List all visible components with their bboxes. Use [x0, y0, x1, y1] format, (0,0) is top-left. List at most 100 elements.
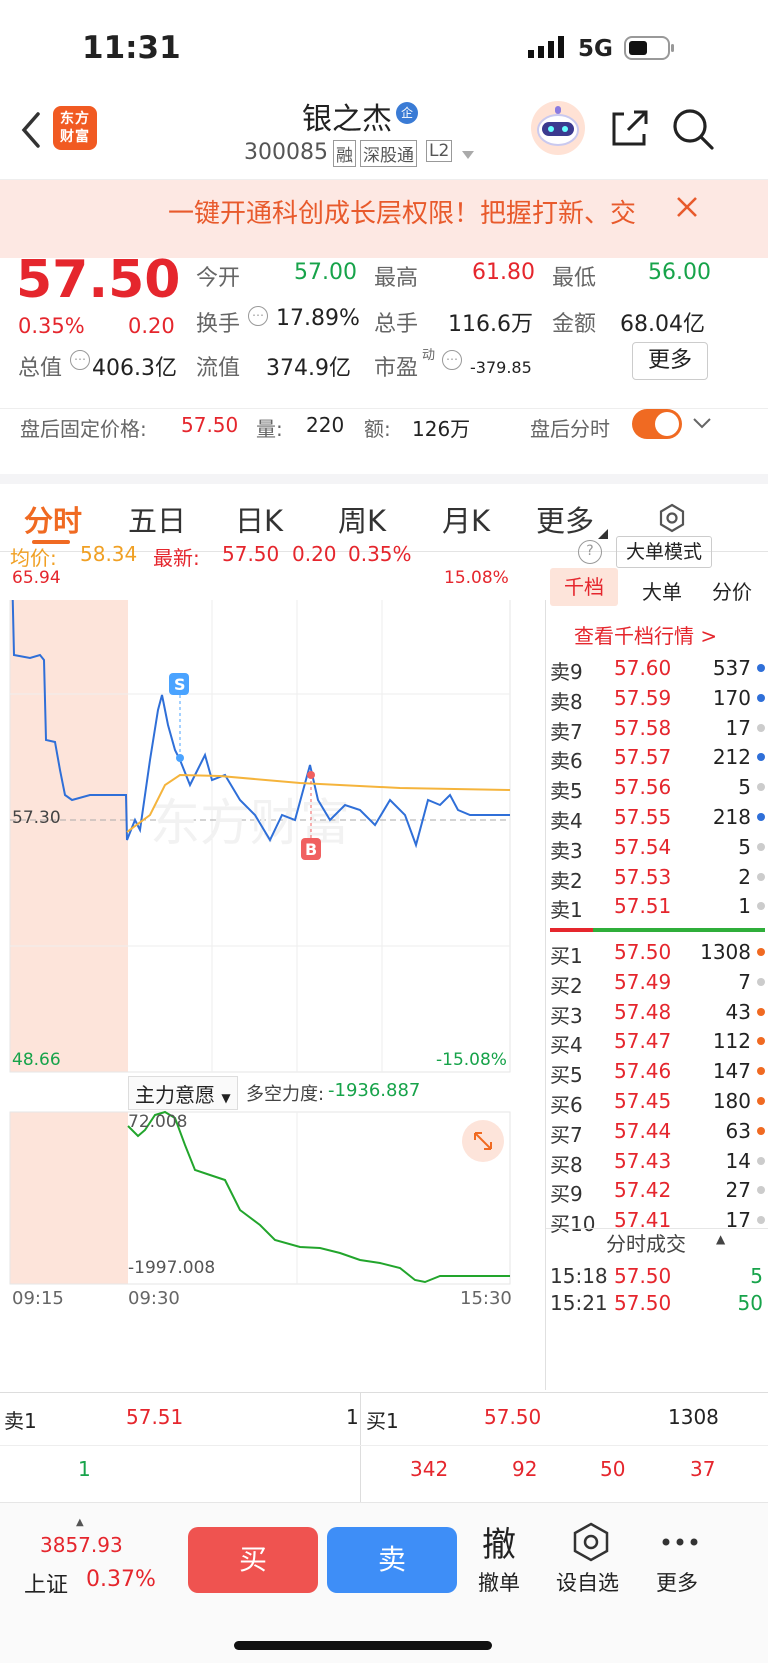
tab-big-orders[interactable]: 大单: [642, 576, 682, 605]
trade-price: 57.50: [614, 1264, 672, 1288]
buy-level-row[interactable]: 买7 57.44 63: [546, 1115, 768, 1147]
watchlist-icon[interactable]: [570, 1521, 612, 1567]
help-icon[interactable]: ?: [578, 540, 602, 564]
collapse-icon[interactable]: ▲: [716, 1232, 725, 1246]
cancel-order-icon[interactable]: 撤: [482, 1517, 516, 1566]
level-dot: [757, 664, 765, 672]
buy-queue-item: 92: [512, 1457, 538, 1481]
after-hours-toggle[interactable]: [632, 409, 682, 439]
trade-time: 15:18: [550, 1264, 608, 1288]
battery-icon: [624, 36, 676, 64]
turnover-info-icon[interactable]: ⋯: [248, 306, 268, 326]
buy-level-row[interactable]: 买2 57.49 7: [546, 966, 768, 998]
sell-level-row[interactable]: 卖1 57.51 1: [546, 890, 768, 922]
level-dot: [757, 1186, 765, 1195]
pe-info-icon[interactable]: ⋯: [442, 350, 462, 370]
l2-badge: L2: [426, 140, 453, 162]
level-dot: [757, 1007, 765, 1016]
more-label[interactable]: 更多: [656, 1567, 698, 1597]
buy-level-row[interactable]: 买4 57.47 112: [546, 1025, 768, 1057]
level-dot: [757, 723, 765, 732]
sell-level-row[interactable]: 卖6 57.57 212: [546, 741, 768, 773]
sell-level-row[interactable]: 卖9 57.60 537: [546, 652, 768, 684]
settings-icon[interactable]: [656, 502, 688, 538]
tab-more[interactable]: 更多: [536, 498, 594, 540]
buy-signal-dot: [307, 771, 315, 779]
amount-label: 金额: [552, 312, 597, 337]
volume-value: 116.6万: [448, 312, 533, 337]
stock-code: 300085: [244, 140, 328, 165]
sell-level-row[interactable]: 卖5 57.56 5: [546, 771, 768, 803]
buy-level-row[interactable]: 买6 57.45 180: [546, 1085, 768, 1117]
signal-icon: [528, 36, 568, 64]
buy-level-row[interactable]: 买9 57.42 27: [546, 1174, 768, 1206]
info-icon[interactable]: ⋯: [70, 350, 90, 370]
more-button[interactable]: 更多: [632, 342, 708, 380]
low-value: 56.00: [648, 260, 711, 285]
sell-level-row[interactable]: 卖8 57.59 170: [546, 682, 768, 714]
indicator-selector[interactable]: 主力意愿 ▼: [128, 1076, 238, 1110]
tab-price-dist[interactable]: 分价: [712, 576, 752, 605]
sell-level-row[interactable]: 卖7 57.58 17: [546, 712, 768, 744]
level-volume: 180: [712, 1089, 751, 1113]
tab-monthly-k[interactable]: 月K: [442, 498, 490, 540]
add-watchlist-label[interactable]: 设自选: [556, 1567, 619, 1597]
level-volume: 63: [725, 1118, 751, 1143]
sell-level-row[interactable]: 卖3 57.54 5: [546, 831, 768, 863]
level-dot: [757, 693, 765, 702]
tab-five-day[interactable]: 五日: [128, 498, 186, 540]
tab-level-book[interactable]: 千档: [550, 568, 618, 606]
mktcap-value: 406.3亿: [92, 356, 177, 381]
index-value[interactable]: 3857.93: [40, 1533, 123, 1557]
tab-intraday[interactable]: 分时: [24, 498, 82, 540]
level-dot: [757, 1067, 765, 1076]
trade-row: 15:21 57.50 50: [546, 1287, 768, 1319]
robot-assistant-icon[interactable]: [528, 100, 588, 160]
quote-panel: 57.50 0.35% 0.20 总值 ⋯ 406.3亿 今开 57.00 最高…: [0, 250, 768, 408]
price-bottom-label: 48.66: [12, 1050, 61, 1070]
close-icon[interactable]: [674, 194, 700, 224]
dropdown-icon[interactable]: [460, 146, 476, 165]
big-order-mode-button[interactable]: 大单模式: [616, 536, 712, 568]
promo-banner[interactable]: 一键开通科创成长层权限！把握打新、交: [0, 180, 768, 258]
time-close: 15:30: [460, 1288, 512, 1309]
float-label: 流值: [196, 356, 241, 381]
search-icon[interactable]: [670, 106, 716, 156]
level-label: 卖8: [550, 689, 583, 714]
chevron-down-icon[interactable]: [692, 415, 712, 435]
trade-volume: 50: [737, 1291, 763, 1315]
buy-level-row[interactable]: 买5 57.46 147: [546, 1055, 768, 1087]
time-open: 09:30: [128, 1288, 180, 1309]
sell-signal-dot: [176, 754, 184, 762]
back-icon[interactable]: [16, 108, 46, 156]
tab-weekly-k[interactable]: 周K: [338, 498, 386, 540]
trades-label[interactable]: 分时成交: [606, 1228, 686, 1257]
home-indicator: [234, 1641, 492, 1650]
buy-signal-text: B: [305, 840, 317, 859]
book-divider: [550, 928, 765, 932]
index-name[interactable]: 上证: [24, 1567, 68, 1599]
view-book-link[interactable]: 查看千档行情 >: [574, 620, 717, 649]
sell-button[interactable]: 卖: [327, 1527, 457, 1593]
cancel-order-label[interactable]: 撤单: [478, 1567, 520, 1597]
level-dot: [757, 1097, 765, 1105]
level-price: 57.48: [614, 999, 672, 1024]
buy-level-row[interactable]: 买3 57.48 43: [546, 996, 768, 1028]
index-caret-icon: ▲: [76, 1517, 84, 1528]
share-icon[interactable]: [608, 106, 652, 154]
tab-daily-k[interactable]: 日K: [235, 498, 283, 540]
more-dots-icon[interactable]: [660, 1533, 700, 1552]
level-price: 57.45: [614, 1089, 672, 1113]
buy-level-row[interactable]: 买1 57.50 1308: [546, 936, 768, 968]
level-label: 卖5: [550, 779, 583, 804]
level-label: 买2: [550, 973, 583, 998]
level-volume: 112: [712, 1029, 751, 1054]
sell-level-row[interactable]: 卖2 57.53 2: [546, 861, 768, 893]
index-pct[interactable]: 0.37%: [86, 1567, 156, 1592]
level-label: 卖9: [550, 660, 583, 684]
expand-icon[interactable]: [462, 1120, 504, 1162]
sell-level-row[interactable]: 卖4 57.55 218: [546, 801, 768, 833]
intraday-chart[interactable]: 东方财富 S B 65.94 57.30 48.66 15.08% -15.08…: [0, 568, 545, 1390]
buy-button[interactable]: 买: [188, 1527, 318, 1593]
buy-level-row[interactable]: 买8 57.43 14: [546, 1145, 768, 1177]
